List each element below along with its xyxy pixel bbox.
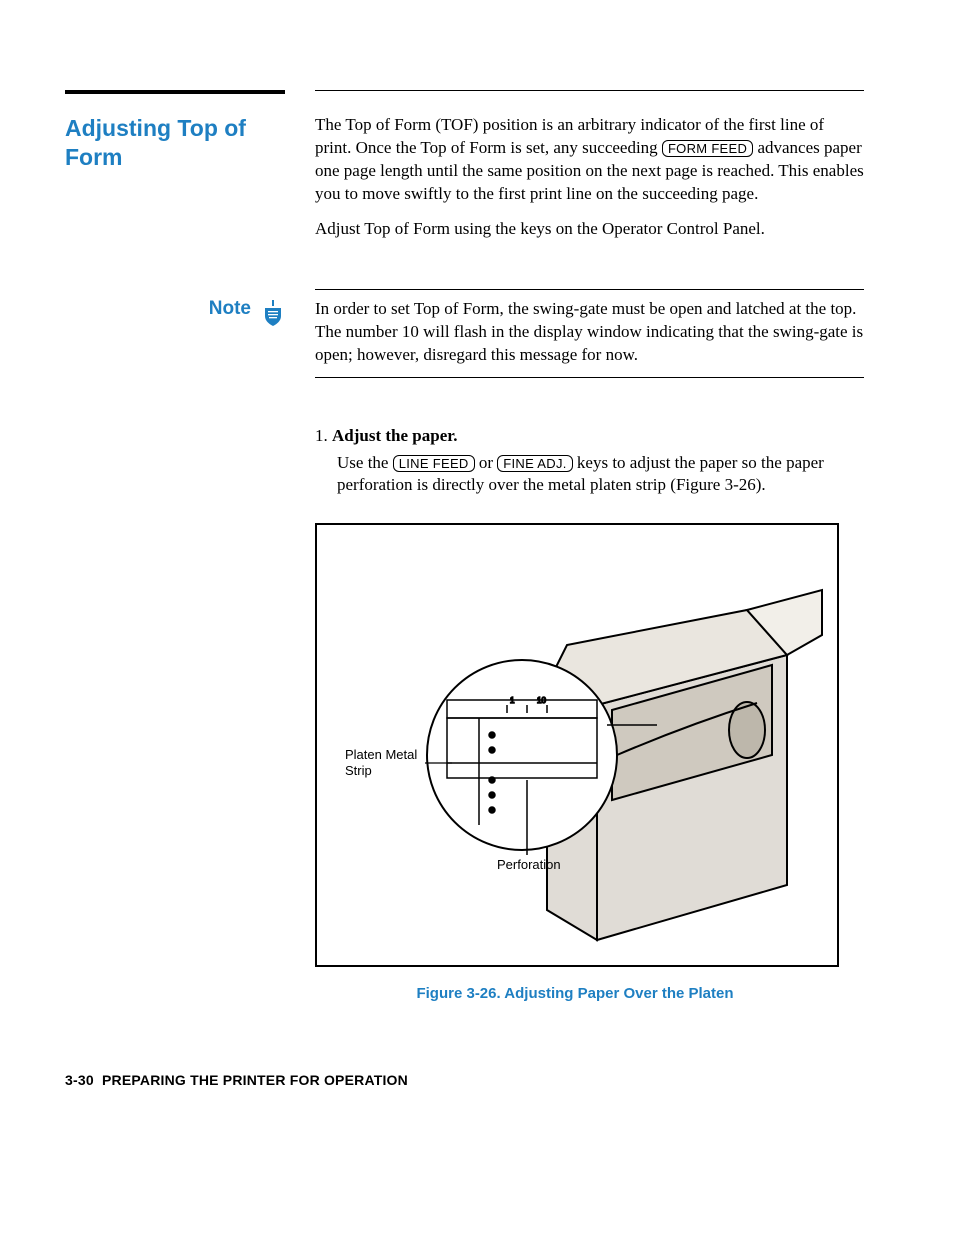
section-heading: Adjusting Top of Form: [65, 114, 285, 172]
note-text: In order to set Top of Form, the swing-g…: [315, 298, 864, 367]
step1-body-a: Use the: [337, 453, 393, 472]
keycap-fine-adj: FINE ADJ.: [497, 455, 572, 472]
step1-body-b: or: [475, 453, 498, 472]
figure-caption: Figure 3-26. Adjusting Paper Over the Pl…: [315, 985, 835, 1002]
page: Adjusting Top of Form The Top of Form (T…: [0, 0, 954, 1148]
main-content: Adjusting Top of Form The Top of Form (T…: [65, 114, 864, 253]
svg-text:1: 1: [510, 696, 515, 705]
figure-3-26: 1 10 Pla: [315, 523, 839, 967]
left-margin-column: Adjusting Top of Form: [65, 114, 285, 253]
keycap-form-feed: FORM FEED: [662, 140, 753, 157]
figure-number: Figure 3-26.: [416, 985, 500, 1002]
note-block: Note In order to set Top of Form, the sw…: [65, 289, 864, 378]
intro-paragraph-1: The Top of Form (TOF) position is an arb…: [315, 114, 864, 206]
note-rule-top: [315, 289, 864, 290]
note-label: Note: [209, 298, 251, 320]
top-rules: [65, 90, 864, 94]
figure-title: Adjusting Paper Over the Platen: [501, 985, 734, 1002]
page-footer: 3-30 PREPARING THE PRINTER FOR OPERATION: [65, 1072, 864, 1088]
figure-illustration: 1 10: [317, 525, 837, 965]
top-rule-light: [315, 90, 864, 91]
steps-row: 1. Adjust the paper. Use the LINE FEED o…: [65, 426, 864, 1003]
note-icon: [261, 300, 285, 328]
step-1-body: Use the LINE FEED or FINE ADJ. keys to a…: [337, 452, 864, 498]
figure-label-perforation: Perforation: [497, 857, 561, 873]
footer-section-title: PREPARING THE PRINTER FOR OPERATION: [102, 1072, 408, 1088]
note-left: Note: [65, 298, 285, 328]
step-1-number: 1.: [315, 426, 328, 445]
top-rule-heavy: [65, 90, 285, 94]
footer-page-number: 3-30: [65, 1072, 94, 1088]
note-rule-bottom: [315, 377, 864, 378]
keycap-line-feed: LINE FEED: [393, 455, 475, 472]
step-1: 1. Adjust the paper. Use the LINE FEED o…: [315, 426, 864, 498]
svg-text:10: 10: [537, 696, 546, 705]
body-column: The Top of Form (TOF) position is an arb…: [315, 114, 864, 253]
note-body: In order to set Top of Form, the swing-g…: [315, 298, 864, 367]
intro-paragraph-2: Adjust Top of Form using the keys on the…: [315, 218, 864, 241]
step-1-title: Adjust the paper.: [332, 426, 457, 445]
figure-label-platen: Platen Metal Strip: [345, 747, 417, 778]
